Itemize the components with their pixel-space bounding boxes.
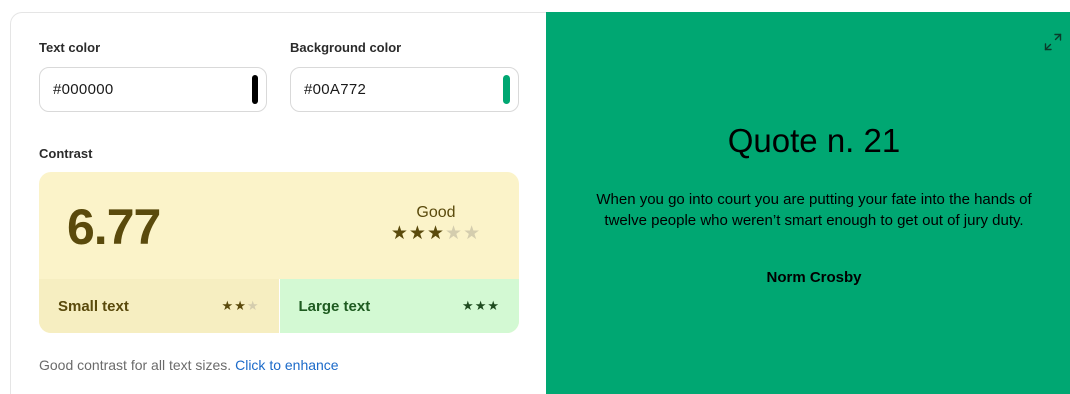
star-filled-icon: ★ (474, 298, 488, 313)
background-color-input[interactable] (304, 81, 503, 98)
star-empty-icon: ★ (445, 223, 464, 244)
contrast-ratio: 6.77 (67, 199, 161, 255)
background-color-field[interactable] (290, 67, 519, 112)
text-color-field[interactable] (39, 67, 267, 112)
large-text-stars: ★★★ (462, 298, 500, 314)
text-color-swatch[interactable] (252, 75, 258, 104)
expand-icon[interactable] (1044, 33, 1062, 51)
star-filled-icon: ★ (426, 223, 446, 244)
star-filled-icon: ★ (487, 298, 500, 313)
quote-preview: Quote n. 21 When you go into court you a… (546, 12, 1070, 394)
small-text-rating: Small text ★★★ (39, 279, 280, 333)
large-text-label: Large text (298, 297, 371, 315)
rating-stars: ★★★★★ (391, 223, 481, 244)
star-filled-icon: ★ (390, 223, 409, 244)
star-filled-icon: ★ (408, 223, 427, 244)
star-filled-icon: ★ (234, 298, 247, 313)
controls-panel: Text color Background color Contrast 6.7… (10, 12, 546, 394)
small-text-label: Small text (58, 297, 129, 315)
background-color-swatch[interactable] (503, 75, 510, 104)
contrast-checker-app: Text color Background color Contrast 6.7… (0, 0, 1070, 394)
quote-author: Norm Crosby (766, 269, 862, 286)
text-size-ratings: Small text ★★★ Large text ★★★ (39, 279, 519, 333)
contrast-label: Contrast (39, 146, 93, 161)
background-color-label: Background color (290, 40, 402, 55)
star-empty-icon: ★ (246, 298, 260, 313)
text-color-label: Text color (39, 40, 101, 55)
quote-text: When you go into court you are putting y… (596, 191, 1032, 229)
small-text-stars: ★★★ (222, 298, 260, 314)
quote-title: Quote n. 21 (727, 122, 901, 159)
contrast-result-card: 6.77 Good ★★★★★ Small text ★★★ Large tex… (39, 172, 519, 333)
hint-text: Good contrast for all text sizes. (39, 357, 232, 373)
contrast-hint: Good contrast for all text sizes. Click … (39, 357, 339, 373)
contrast-rating: Good ★★★★★ (381, 204, 491, 244)
star-empty-icon: ★ (463, 223, 482, 244)
text-color-input[interactable] (53, 81, 252, 98)
star-filled-icon: ★ (221, 298, 235, 313)
enhance-link[interactable]: Click to enhance (235, 357, 339, 373)
rating-label: Good (416, 204, 456, 221)
star-filled-icon: ★ (462, 298, 475, 313)
large-text-rating: Large text ★★★ (279, 279, 519, 333)
